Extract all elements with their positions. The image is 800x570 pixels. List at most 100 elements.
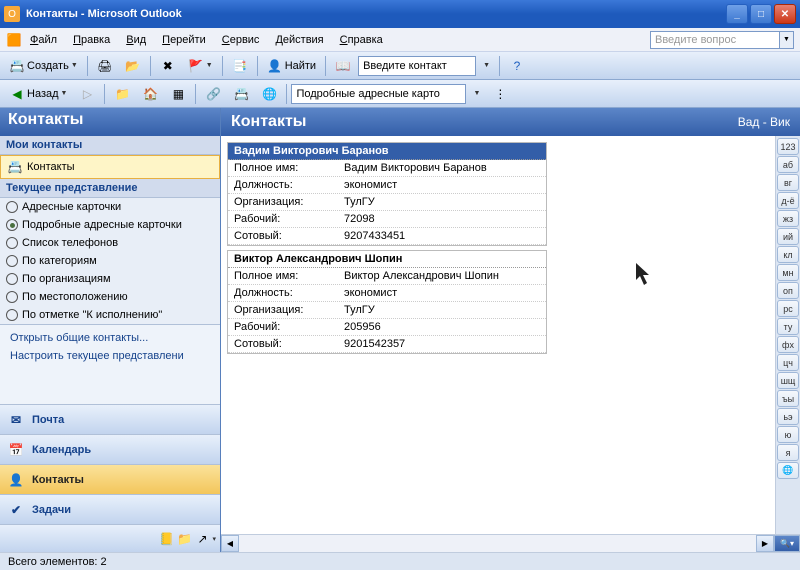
nav-button-Календарь[interactable]: 📅Календарь <box>0 434 220 464</box>
reading-pane-button[interactable]: ▦ <box>165 83 191 105</box>
folder-contacts[interactable]: 📇Контакты <box>0 155 220 179</box>
navigation-pane: Контакты Мои контакты 📇Контакты Текущее … <box>0 108 221 552</box>
close-button[interactable]: ✕ <box>774 4 796 24</box>
nav-icon: ✉ <box>8 412 24 428</box>
maximize-button[interactable]: □ <box>750 4 772 24</box>
alpha-button[interactable]: цч <box>777 354 799 371</box>
content-title: Контакты <box>231 113 738 131</box>
card-icon: 📇 <box>233 86 249 102</box>
find-button[interactable]: 👤Найти <box>262 55 321 77</box>
alpha-button[interactable]: 🌐 <box>777 462 799 479</box>
field-label: Организация: <box>228 194 338 210</box>
contact-card[interactable]: Вадим Викторович Баранов Полное имя:Вади… <box>227 142 547 246</box>
alpha-button[interactable]: оп <box>777 282 799 299</box>
horizontal-scrollbar[interactable]: ◀ ▶ 🔍▾ <box>221 534 800 552</box>
folder-icon[interactable]: 📁 <box>176 531 192 547</box>
up-button[interactable]: 📁 <box>109 83 135 105</box>
delete-button[interactable]: ✖ <box>155 55 181 77</box>
field-value: Виктор Александрович Шопин <box>338 268 546 284</box>
alpha-button[interactable]: ъы <box>777 390 799 407</box>
toolbar-advanced: ◀Назад▼ ▷ 📁 🏠 ▦ 🔗 📇 🌐 ▼ ⋮ <box>0 80 800 108</box>
menu-goto[interactable]: Перейти <box>154 32 214 48</box>
field-label: Полное имя: <box>228 268 338 284</box>
view-option[interactable]: По категориям <box>0 252 220 270</box>
view-option[interactable]: По местоположению <box>0 288 220 306</box>
alpha-button[interactable]: жз <box>777 210 799 227</box>
status-text: Всего элементов: 2 <box>8 556 107 568</box>
reply-button[interactable]: 🚩▼ <box>183 55 218 77</box>
alpha-button[interactable]: рс <box>777 300 799 317</box>
new-button[interactable]: 📇Создать▼ <box>4 55 83 77</box>
move-button[interactable]: 📂 <box>120 55 146 77</box>
nav-button-Почта[interactable]: ✉Почта <box>0 404 220 434</box>
contact-card[interactable]: Виктор Александрович Шопин Полное имя:Ви… <box>227 250 547 354</box>
view-label: По местоположению <box>22 291 128 303</box>
forward-button[interactable]: ▷ <box>74 83 100 105</box>
help-button[interactable]: ? <box>504 55 530 77</box>
open-shared-contacts-link[interactable]: Открыть общие контакты... <box>0 329 220 347</box>
category-button[interactable]: 📑 <box>227 55 253 77</box>
back-icon: ◀ <box>9 86 25 102</box>
window-title: Контакты - Microsoft Outlook <box>26 8 726 20</box>
view-option[interactable]: Список телефонов <box>0 234 220 252</box>
customize-button[interactable]: ⋮ <box>487 83 513 105</box>
view-option[interactable]: Адресные карточки <box>0 198 220 216</box>
tool-c-button[interactable]: 🌐 <box>256 83 282 105</box>
alpha-button[interactable]: вг <box>777 174 799 191</box>
menu-edit[interactable]: Правка <box>65 32 118 48</box>
alpha-button[interactable]: ьэ <box>777 408 799 425</box>
view-combo-dd[interactable]: ▼ <box>468 83 485 105</box>
alpha-button[interactable]: 123 <box>777 138 799 155</box>
outlook-today-button[interactable]: 🏠 <box>137 83 163 105</box>
nav-label: Контакты <box>32 474 84 486</box>
configure-buttons[interactable]: ▾ <box>212 535 216 543</box>
nav-button-Задачи[interactable]: ✔Задачи <box>0 494 220 524</box>
print-button[interactable]: 🖨 <box>92 55 118 77</box>
card-title: Вадим Викторович Баранов <box>228 143 546 160</box>
zoom-button[interactable]: 🔍▾ <box>774 535 800 552</box>
contact-search-go[interactable]: ▼ <box>478 55 495 77</box>
view-combo[interactable] <box>291 84 466 104</box>
alpha-button[interactable]: аб <box>777 156 799 173</box>
card-area[interactable]: Вадим Викторович Баранов Полное имя:Вади… <box>221 136 775 534</box>
menu-actions[interactable]: Действия <box>267 32 331 48</box>
shortcuts-icon[interactable]: ↗ <box>194 531 210 547</box>
menu-file[interactable]: Файл <box>22 32 65 48</box>
help-search-dropdown[interactable]: ▼ <box>780 31 794 49</box>
back-button[interactable]: ◀Назад▼ <box>4 83 72 105</box>
notes-icon[interactable]: 📒 <box>158 531 174 547</box>
nav-button-Контакты[interactable]: 👤Контакты <box>0 464 220 494</box>
contact-search-input[interactable] <box>358 56 476 76</box>
alpha-button[interactable]: кл <box>777 246 799 263</box>
help-search-input[interactable] <box>650 31 780 49</box>
menu-view[interactable]: Вид <box>118 32 154 48</box>
field-value: ТулГУ <box>338 194 546 210</box>
nav-label: Задачи <box>32 504 71 516</box>
tool-a-button[interactable]: 🔗 <box>200 83 226 105</box>
alpha-button[interactable]: мн <box>777 264 799 281</box>
alpha-button[interactable]: фх <box>777 336 799 353</box>
customize-view-link[interactable]: Настроить текущее представлени <box>0 347 220 365</box>
field-value: экономист <box>338 177 546 193</box>
help-icon: ? <box>509 58 525 74</box>
scroll-right-button[interactable]: ▶ <box>756 535 774 552</box>
nav-label: Календарь <box>32 444 91 456</box>
addressbook-button[interactable]: 📖 <box>330 55 356 77</box>
tool-b-button[interactable]: 📇 <box>228 83 254 105</box>
view-option[interactable]: По организациям <box>0 270 220 288</box>
alpha-button[interactable]: шщ <box>777 372 799 389</box>
alpha-button[interactable]: ий <box>777 228 799 245</box>
minimize-button[interactable]: _ <box>726 4 748 24</box>
menu-help[interactable]: Справка <box>332 32 391 48</box>
alpha-button[interactable]: ю <box>777 426 799 443</box>
view-option[interactable]: Подробные адресные карточки <box>0 216 220 234</box>
scroll-left-button[interactable]: ◀ <box>221 535 239 552</box>
menu-tools[interactable]: Сервис <box>214 32 268 48</box>
view-option[interactable]: По отметке "К исполнению" <box>0 306 220 324</box>
field-label: Полное имя: <box>228 160 338 176</box>
alpha-button[interactable]: я <box>777 444 799 461</box>
alpha-range: Вад - Вик <box>738 115 790 129</box>
alpha-button[interactable]: д-ё <box>777 192 799 209</box>
field-value: 9207433451 <box>338 228 546 244</box>
alpha-button[interactable]: ту <box>777 318 799 335</box>
